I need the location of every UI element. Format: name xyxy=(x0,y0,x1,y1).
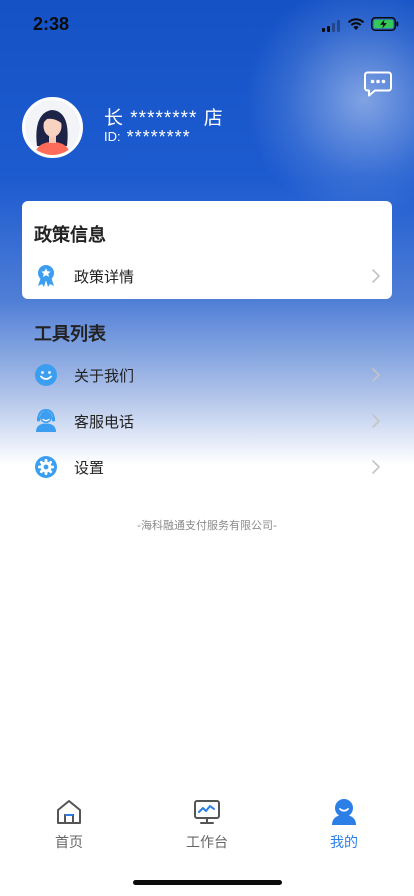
tab-home-label: 首页 xyxy=(55,835,83,851)
id-label: ID: xyxy=(104,129,121,144)
policy-details-row[interactable]: 政策详情 xyxy=(22,254,392,298)
about-us-row[interactable]: 关于我们 xyxy=(22,353,392,397)
customer-service-label: 客服电话 xyxy=(74,413,135,431)
status-bar: 2:38 xyxy=(0,0,414,48)
home-indicator xyxy=(133,880,282,885)
company-footer: -海科融通支付服务有限公司- xyxy=(137,519,277,532)
settings-label: 设置 xyxy=(74,459,105,477)
wifi-icon xyxy=(347,18,365,30)
chevron-right-icon xyxy=(372,269,380,283)
message-icon[interactable] xyxy=(364,71,392,97)
smiley-icon xyxy=(35,364,57,386)
battery-charging-icon xyxy=(371,17,399,31)
tab-mine[interactable]: 我的 xyxy=(299,790,389,854)
store-id: ID: ******** xyxy=(104,127,191,148)
id-value: ******** xyxy=(126,127,191,147)
cellular-signal-icon xyxy=(322,20,340,32)
user-icon xyxy=(332,799,356,825)
tab-bar: 首页 工作台 我的 xyxy=(0,790,414,860)
about-us-label: 关于我们 xyxy=(74,367,135,385)
chevron-right-icon xyxy=(372,460,380,474)
tab-mine-label: 我的 xyxy=(330,835,358,851)
customer-service-row[interactable]: 客服电话 xyxy=(22,399,392,443)
monitor-chart-icon xyxy=(194,800,220,824)
policy-section-title: 政策信息 xyxy=(34,225,106,246)
store-name: 长 ******** 店 xyxy=(104,108,224,129)
home-icon xyxy=(57,800,81,824)
avatar-woman-icon xyxy=(25,100,80,155)
settings-row[interactable]: 设置 xyxy=(22,445,392,489)
status-time: 2:38 xyxy=(33,14,70,34)
chevron-right-icon xyxy=(372,368,380,382)
gear-icon xyxy=(35,456,57,478)
tab-workbench-label: 工作台 xyxy=(186,835,228,851)
chevron-right-icon xyxy=(372,414,380,428)
avatar[interactable] xyxy=(22,97,83,158)
policy-details-label: 政策详情 xyxy=(74,268,135,286)
tab-home[interactable]: 首页 xyxy=(24,790,114,854)
award-ribbon-icon xyxy=(38,265,54,287)
customer-service-icon xyxy=(36,409,56,432)
tab-workbench[interactable]: 工作台 xyxy=(162,790,252,854)
tools-section-title: 工具列表 xyxy=(34,324,106,345)
